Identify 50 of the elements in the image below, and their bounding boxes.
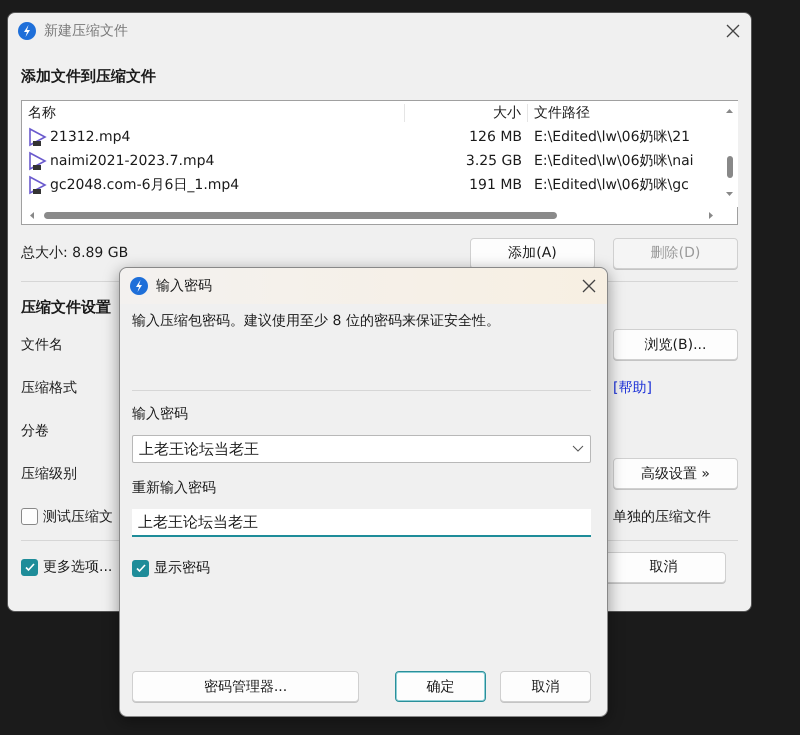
close-icon[interactable] [581, 278, 597, 294]
option-label: 单独的压缩文件 [613, 508, 712, 526]
checkmark-icon [134, 562, 146, 574]
file-size: 126 MB [469, 129, 522, 145]
file-name: gc2048.com-6月6日_1.mp4 [50, 176, 240, 194]
password-input[interactable]: 上老王论坛当老王 [132, 509, 591, 537]
checkbox[interactable] [21, 508, 38, 525]
column-header[interactable]: 文件路径 [528, 104, 721, 122]
file-path: E:\Edited\lw\06奶咪\nai [534, 152, 694, 170]
setting-label: 文件名 [21, 336, 63, 354]
dialog-button[interactable]: 确定 [395, 671, 486, 702]
checkbox-label[interactable]: 测试压缩文 [43, 508, 113, 526]
setting-label: 压缩级别 [21, 464, 77, 482]
video-file-icon [28, 127, 48, 147]
field-label: 重新输入密码 [132, 479, 217, 497]
file-name: 21312.mp4 [50, 129, 130, 145]
dialog-button[interactable]: 取消 [500, 671, 591, 702]
checkbox[interactable] [132, 560, 149, 576]
help-link[interactable]: [帮助] [613, 378, 738, 396]
dialog-message: 输入压缩包密码。建议使用至少 8 位的密码来保证安全性。 [132, 312, 501, 331]
dialog-button[interactable]: 密码管理器... [132, 671, 359, 702]
setting-label: 压缩格式 [21, 378, 77, 396]
checkbox[interactable] [21, 558, 38, 576]
column-header[interactable]: 大小 [405, 104, 528, 122]
file-path: E:\Edited\lw\06奶咪\gc [534, 176, 689, 194]
lightning-icon [130, 277, 148, 295]
password-combobox[interactable]: 上老王论坛当老王 [132, 435, 591, 463]
list-button[interactable]: 添加(A) [470, 238, 595, 268]
dialog-title: 输入密码 [156, 277, 213, 295]
section-heading: 添加文件到压缩文件 [21, 67, 157, 86]
setting-label: 分卷 [21, 422, 49, 440]
window-title: 新建压缩文件 [44, 22, 129, 40]
checkbox-label[interactable]: 更多选项... [43, 558, 112, 576]
checkbox-label[interactable]: 显示密码 [154, 559, 210, 577]
file-size: 3.25 GB [466, 153, 522, 169]
setting-button[interactable]: 浏览(B)... [613, 329, 738, 360]
total-size: 总大小: 8.89 GB [21, 244, 128, 262]
setting-button[interactable]: 高级设置 » [613, 458, 738, 489]
chevron-down-icon[interactable] [572, 445, 584, 453]
close-icon[interactable] [725, 23, 741, 39]
field-label: 输入密码 [132, 405, 189, 423]
column-header[interactable]: 名称 [22, 104, 405, 122]
file-path: E:\Edited\lw\06奶咪\21 [534, 128, 690, 146]
lightning-icon [18, 22, 36, 40]
file-name: naimi2021-2023.7.mp4 [50, 153, 214, 169]
checkmark-icon [24, 561, 36, 573]
section-heading: 压缩文件设置 [21, 298, 112, 317]
file-size: 191 MB [469, 177, 522, 193]
video-file-icon [28, 151, 48, 171]
video-file-icon [28, 175, 48, 195]
